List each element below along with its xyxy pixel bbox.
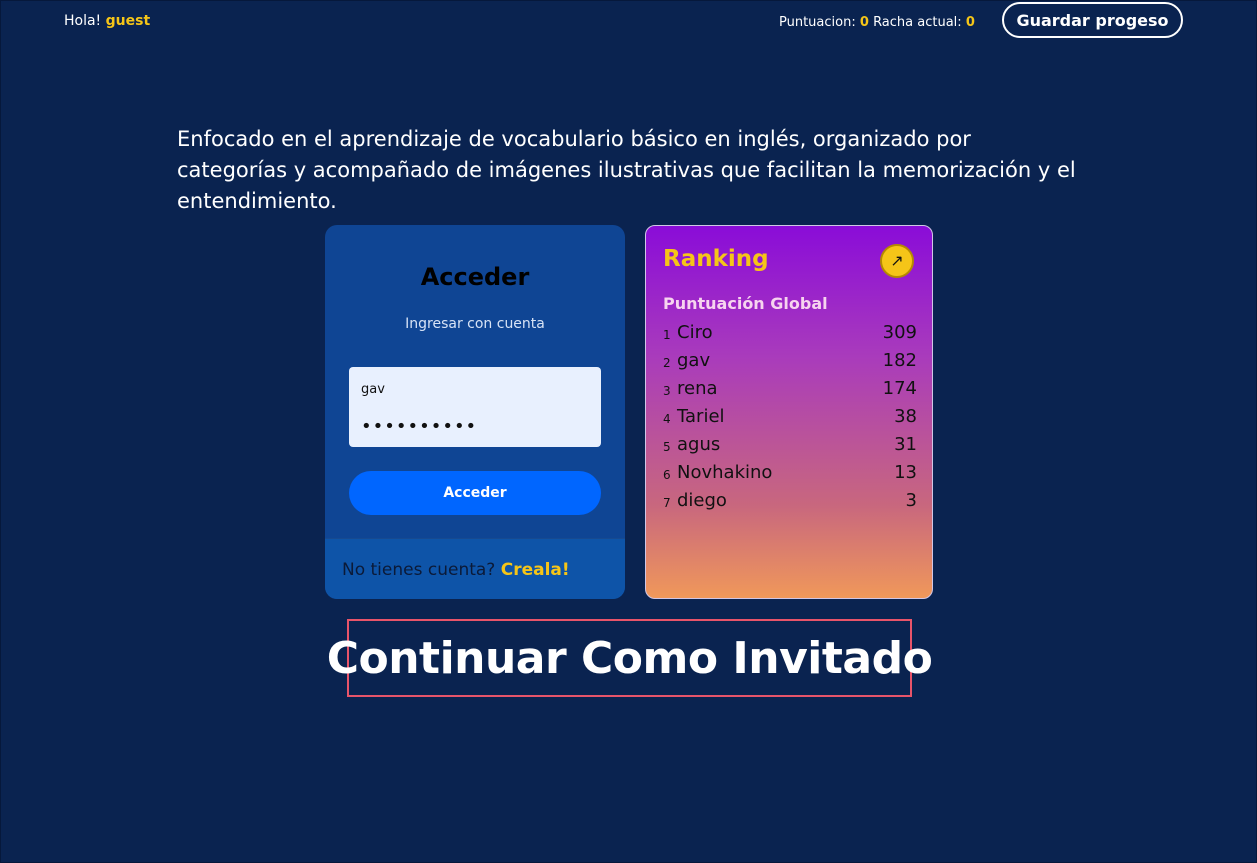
ranking-name: rena [677,378,718,399]
ranking-row: 7 diego 3 [663,488,917,516]
login-submit-button[interactable]: Acceder [349,471,601,515]
signup-prompt-text: No tienes cuenta? [342,560,496,580]
ranking-position: 6 [663,468,671,482]
ranking-list: 1 Ciro 309 2 gav 182 3 rena 174 4 Tariel… [663,320,917,516]
ranking-row: 5 agus 31 [663,432,917,460]
ranking-row: 6 Novhakino 13 [663,460,917,488]
ranking-position: 3 [663,384,671,398]
ranking-row: 3 rena 174 [663,376,917,404]
continue-as-guest-button[interactable]: Continuar Como Invitado [327,619,933,697]
username-input[interactable] [361,379,586,399]
ranking-row: 1 Ciro 309 [663,320,917,348]
password-input[interactable] [361,414,586,438]
ranking-name: diego [677,490,727,511]
score-value: 0 [859,15,869,30]
ranking-position: 2 [663,356,671,370]
ranking-name: gav [677,350,711,371]
ranking-score: 13 [894,462,917,483]
ranking-score: 3 [905,490,917,511]
streak-label: Racha actual: [873,15,962,30]
ranking-subtitle: Puntuación Global [663,294,828,313]
ranking-name: Novhakino [677,462,773,483]
arrow-up-right-icon: ↗ [890,251,904,270]
ranking-score: 31 [894,434,917,455]
ranking-score: 309 [882,322,917,343]
user-stats: Puntuacion: 0 Racha actual: 0 [779,15,975,30]
top-bar: Hola! guest Puntuacion: 0 Racha actual: … [0,0,1257,44]
open-ranking-button[interactable]: ↗ [880,244,914,278]
username: guest [105,13,151,29]
ranking-position: 4 [663,412,671,426]
greeting-prefix: Hola! [64,13,102,29]
save-progress-button[interactable]: Guardar progeso [1002,2,1183,38]
login-footer: No tienes cuenta? Creala! [325,538,625,599]
ranking-name: agus [677,434,721,455]
signup-link[interactable]: Creala! [501,560,570,580]
ranking-name: Ciro [677,322,713,343]
login-card: Acceder Ingresar con cuenta Acceder No t… [325,225,625,599]
ranking-name: Tariel [677,406,725,427]
ranking-position: 5 [663,440,671,454]
ranking-score: 182 [882,350,917,371]
intro-description: Enfocado en el aprendizaje de vocabulari… [177,127,1076,213]
ranking-row: 2 gav 182 [663,348,917,376]
ranking-card: Ranking ↗ Puntuación Global 1 Ciro 309 2… [645,225,933,599]
login-subtitle: Ingresar con cuenta [405,316,545,332]
ranking-position: 7 [663,496,671,510]
greeting: Hola! guest [64,13,150,29]
credentials-box [349,367,601,447]
ranking-row: 4 Tariel 38 [663,404,917,432]
streak-value: 0 [965,15,975,30]
ranking-position: 1 [663,328,671,342]
signup-prompt: No tienes cuenta? Creala! [342,560,570,580]
ranking-score: 174 [882,378,917,399]
ranking-title: Ranking [663,246,769,272]
login-title: Acceder [420,263,530,291]
score-label: Puntuacion: [779,15,856,30]
ranking-score: 38 [894,406,917,427]
